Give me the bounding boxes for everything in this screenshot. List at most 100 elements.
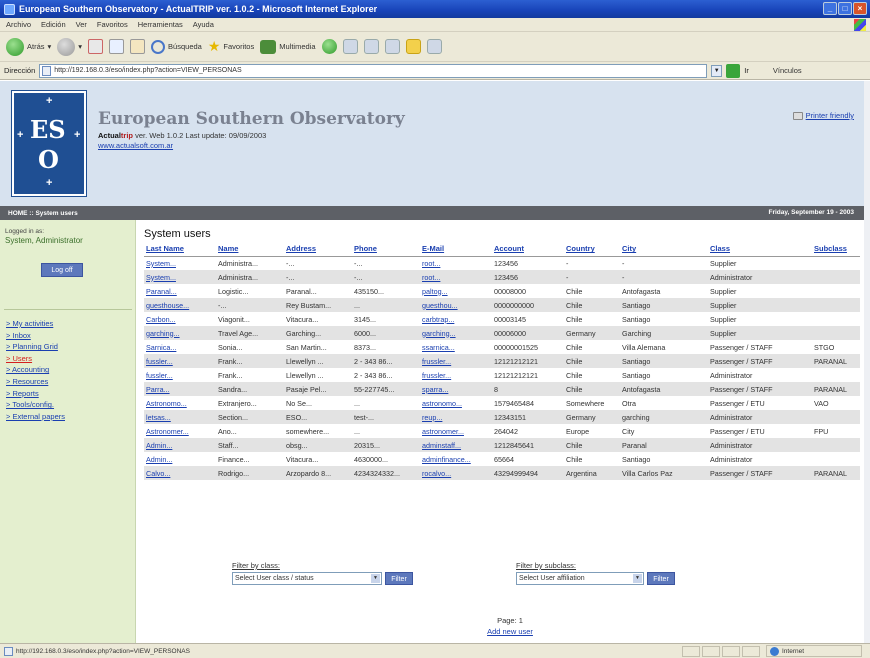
security-zone: Internet	[766, 645, 862, 657]
sidebar-item-external-papers[interactable]: > External papers	[6, 411, 65, 423]
table-cell[interactable]: reup...	[420, 410, 492, 424]
table-cell[interactable]: System...	[144, 256, 216, 270]
maximize-button[interactable]: □	[838, 2, 852, 15]
close-button[interactable]: ×	[853, 2, 867, 15]
table-cell[interactable]: root...	[420, 256, 492, 270]
table-cell[interactable]: fussler...	[144, 354, 216, 368]
column-header[interactable]: Account	[492, 242, 564, 257]
table-cell[interactable]: Astronomo...	[144, 396, 216, 410]
table-cell[interactable]: garching...	[420, 326, 492, 340]
menu-help[interactable]: Ayuda	[193, 20, 214, 29]
table-cell[interactable]: Admin...	[144, 452, 216, 466]
sidebar-item-reports[interactable]: > Reports	[6, 388, 65, 400]
table-cell[interactable]: sparra...	[420, 382, 492, 396]
stop-icon[interactable]	[88, 39, 104, 54]
table-cell[interactable]: Admin...	[144, 438, 216, 452]
table-cell[interactable]: fussler...	[144, 368, 216, 382]
table-cell[interactable]: Paranal...	[144, 284, 216, 298]
table-cell[interactable]: guesthou...	[420, 298, 492, 312]
table-cell[interactable]: adminfinance...	[420, 452, 492, 466]
menu-edit[interactable]: Edición	[41, 20, 66, 29]
column-header[interactable]: City	[620, 242, 708, 257]
add-new-user-link[interactable]: Add new user	[440, 627, 580, 636]
menu-favorites[interactable]: Favoritos	[97, 20, 128, 29]
sidebar-item-accounting[interactable]: > Accounting	[6, 364, 65, 376]
subclass-select[interactable]: Select User affiliation ▼	[516, 572, 644, 585]
table-cell[interactable]: paltog...	[420, 284, 492, 298]
table-cell[interactable]: ssarnica...	[420, 340, 492, 354]
table-cell: Antofagasta	[620, 382, 708, 396]
go-icon[interactable]	[726, 63, 741, 78]
table-cell[interactable]: Carbon...	[144, 312, 216, 326]
table-cell[interactable]: Sarnica...	[144, 340, 216, 354]
sidebar-item-my-activities[interactable]: > My activities	[6, 318, 65, 330]
sidebar-item-inbox[interactable]: > Inbox	[6, 330, 65, 342]
column-header[interactable]: Class	[708, 242, 812, 257]
minimize-button[interactable]: _	[823, 2, 837, 15]
table-cell[interactable]: letsas...	[144, 410, 216, 424]
sidebar-item-planning-grid[interactable]: > Planning Grid	[6, 341, 65, 353]
table-cell[interactable]: rocalvo...	[420, 466, 492, 480]
address-input[interactable]: http://192.168.0.3/eso/index.php?action=…	[39, 63, 708, 78]
table-cell[interactable]: frussler...	[420, 368, 492, 382]
main-content: System users Last Name Name Address Phone E-…	[144, 228, 860, 480]
site-link[interactable]: www.actualsoft.com.ar	[98, 141, 173, 150]
table-cell[interactable]: frussler...	[420, 354, 492, 368]
table-cell[interactable]: adminstaff...	[420, 438, 492, 452]
table-cell[interactable]: guesthouse...	[144, 298, 216, 312]
menu-file[interactable]: Archivo	[6, 20, 31, 29]
table-cell[interactable]: astronomer...	[420, 424, 492, 438]
back-button[interactable]: Atrás ▾	[6, 37, 51, 56]
sidebar-item-resources[interactable]: > Resources	[6, 376, 65, 388]
table-cell[interactable]: Parra...	[144, 382, 216, 396]
search-button[interactable]: Búsqueda	[151, 39, 202, 54]
table-cell: 00006000	[492, 326, 564, 340]
favorites-button[interactable]: ★ Favoritos	[208, 38, 254, 55]
column-header[interactable]: Subclass	[812, 242, 860, 257]
home-icon[interactable]	[130, 39, 146, 54]
vertical-scrollbar[interactable]	[864, 81, 870, 643]
messenger-icon[interactable]	[426, 39, 442, 54]
table-cell: Logistic...	[216, 284, 284, 298]
class-filter-button[interactable]: Filter	[385, 572, 413, 585]
table-cell[interactable]: Astronomer...	[144, 424, 216, 438]
print-icon[interactable]	[363, 39, 379, 54]
table-cell[interactable]: garching...	[144, 326, 216, 340]
edit-icon[interactable]	[384, 39, 400, 54]
refresh-icon[interactable]	[109, 39, 125, 54]
column-header[interactable]: E-Mail	[420, 242, 492, 257]
address-dropdown-icon[interactable]: ▼	[711, 64, 723, 77]
sidebar-item-users[interactable]: > Users	[6, 353, 65, 365]
multimedia-button[interactable]: Multimedia	[260, 39, 316, 54]
links-label[interactable]: Vínculos	[773, 66, 802, 75]
table-cell: Vitacura...	[284, 312, 352, 326]
menu-tools[interactable]: Herramientas	[138, 20, 183, 29]
class-select[interactable]: Select User class / status ▼	[232, 572, 382, 585]
menu-view[interactable]: Ver	[76, 20, 87, 29]
sidebar-item-tools-config[interactable]: > Tools/config.	[6, 399, 65, 411]
forward-button[interactable]: ▾	[57, 37, 82, 56]
table-cell: Supplier	[708, 312, 812, 326]
windows-logo-icon	[854, 19, 866, 31]
mail-icon[interactable]	[342, 39, 358, 54]
column-header[interactable]: Phone	[352, 242, 420, 257]
column-header[interactable]: Name	[216, 242, 284, 257]
table-cell[interactable]: astronomo...	[420, 396, 492, 410]
table-cell: Chile	[564, 382, 620, 396]
printer-friendly-link[interactable]: Printer friendly	[792, 111, 854, 120]
column-header[interactable]: Last Name	[144, 242, 216, 257]
table-cell[interactable]: carbtrap...	[420, 312, 492, 326]
table-cell: Europe	[564, 424, 620, 438]
table-cell[interactable]: Calvo...	[144, 466, 216, 480]
column-header[interactable]: Country	[564, 242, 620, 257]
go-button[interactable]: Ir	[744, 66, 749, 75]
folder-icon[interactable]	[405, 39, 421, 54]
table-cell[interactable]: System...	[144, 270, 216, 284]
column-header[interactable]: Address	[284, 242, 352, 257]
history-icon[interactable]	[321, 39, 337, 54]
table-cell: test-...	[352, 410, 420, 424]
table-cell: Sandra...	[216, 382, 284, 396]
table-cell[interactable]: root...	[420, 270, 492, 284]
subclass-filter-button[interactable]: Filter	[647, 572, 675, 585]
log-off-button[interactable]: Log off	[41, 263, 83, 277]
